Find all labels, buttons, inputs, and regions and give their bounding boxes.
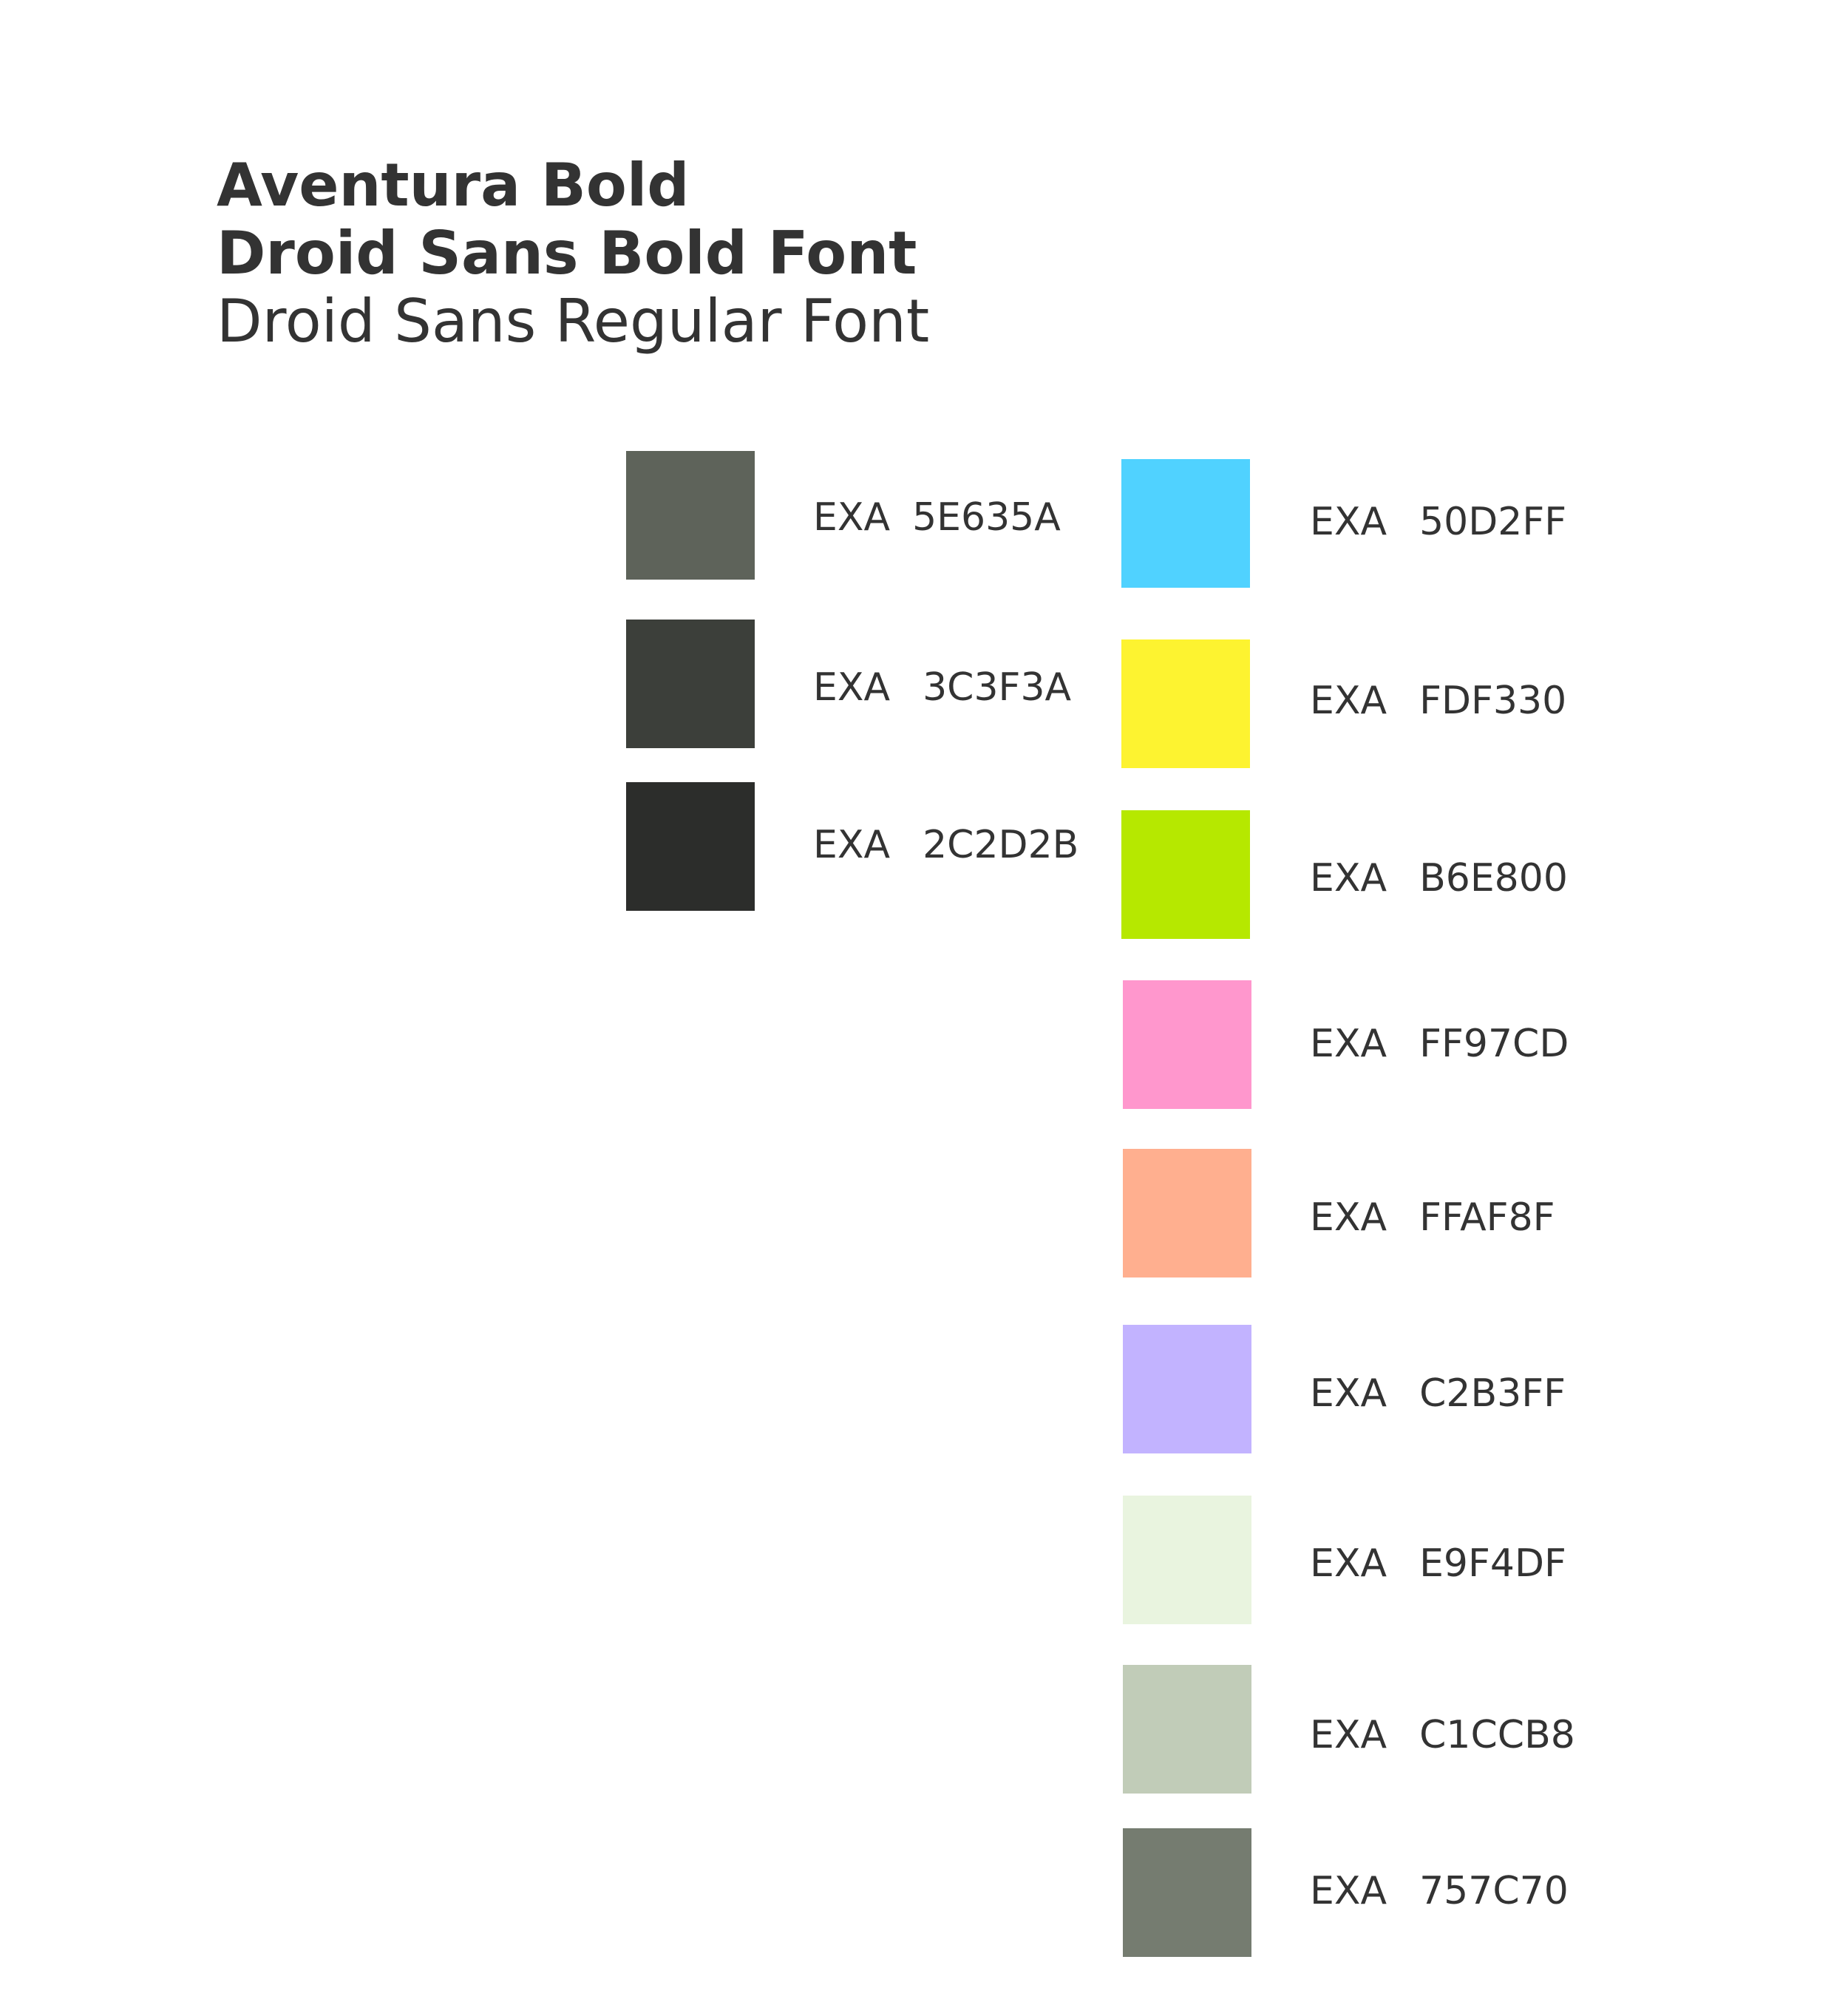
color-label-prefix: EXA: [813, 665, 891, 710]
color-label: EXA FDF330: [1310, 679, 1566, 723]
color-label-prefix: EXA: [1310, 679, 1387, 723]
color-label-prefix: EXA: [813, 495, 891, 540]
color-label-prefix: EXA: [1310, 500, 1387, 544]
color-label: EXA 2C2D2B: [813, 823, 1078, 867]
color-label: EXA C2B3FF: [1310, 1371, 1566, 1416]
color-label-prefix: EXA: [1310, 1713, 1387, 1757]
color-label: EXA C1CCB8: [1310, 1713, 1575, 1757]
color-hex-code: C1CCB8: [1419, 1713, 1575, 1757]
color-label-prefix: EXA: [1310, 1022, 1387, 1066]
color-label-prefix: EXA: [1310, 1869, 1387, 1913]
color-swatch: [1123, 980, 1251, 1109]
color-swatch: [1123, 1665, 1251, 1794]
font-specimen: Aventura Bold Droid Sans Bold Font Droid…: [217, 152, 929, 356]
color-swatch: [1121, 810, 1250, 939]
color-swatch: [626, 782, 755, 911]
color-swatch: [1121, 459, 1250, 588]
color-hex-code: 757C70: [1419, 1869, 1569, 1913]
color-hex-code: FDF330: [1419, 679, 1567, 723]
color-label: EXA FFAF8F: [1310, 1195, 1555, 1240]
color-label-prefix: EXA: [813, 823, 891, 867]
color-hex-code: 50D2FF: [1419, 500, 1567, 544]
color-swatch: [626, 451, 755, 580]
color-hex-code: B6E800: [1419, 856, 1568, 900]
color-label: EXA 50D2FF: [1310, 500, 1566, 544]
color-hex-code: 2C2D2B: [923, 823, 1079, 867]
color-swatch: [626, 620, 755, 748]
color-label-prefix: EXA: [1310, 1371, 1387, 1416]
color-label: EXA 3C3F3A: [813, 665, 1071, 710]
color-label-prefix: EXA: [1310, 1195, 1387, 1240]
color-swatch: [1121, 639, 1250, 768]
color-label: EXA 757C70: [1310, 1869, 1569, 1913]
color-label-prefix: EXA: [1310, 856, 1387, 900]
color-label: EXA FF97CD: [1310, 1022, 1569, 1066]
font-name-droid-sans-bold: Droid Sans Bold Font: [217, 219, 917, 288]
color-swatch: [1123, 1496, 1251, 1624]
color-hex-code: E9F4DF: [1419, 1541, 1566, 1586]
color-swatch: [1123, 1149, 1251, 1277]
color-label: EXA 5E635A: [813, 495, 1061, 540]
color-swatch: [1123, 1325, 1251, 1453]
color-label-prefix: EXA: [1310, 1541, 1387, 1586]
color-hex-code: FFAF8F: [1419, 1195, 1555, 1240]
color-hex-code: C2B3FF: [1419, 1371, 1566, 1416]
color-hex-code: FF97CD: [1419, 1022, 1569, 1066]
color-hex-code: 3C3F3A: [923, 665, 1072, 710]
font-name-droid-sans-regular: Droid Sans Regular Font: [217, 287, 930, 356]
color-hex-code: 5E635A: [912, 495, 1061, 540]
color-label: EXA E9F4DF: [1310, 1541, 1566, 1586]
color-label: EXA B6E800: [1310, 856, 1568, 900]
color-swatch: [1123, 1828, 1251, 1957]
font-name-aventura-bold: Aventura Bold: [217, 151, 690, 220]
